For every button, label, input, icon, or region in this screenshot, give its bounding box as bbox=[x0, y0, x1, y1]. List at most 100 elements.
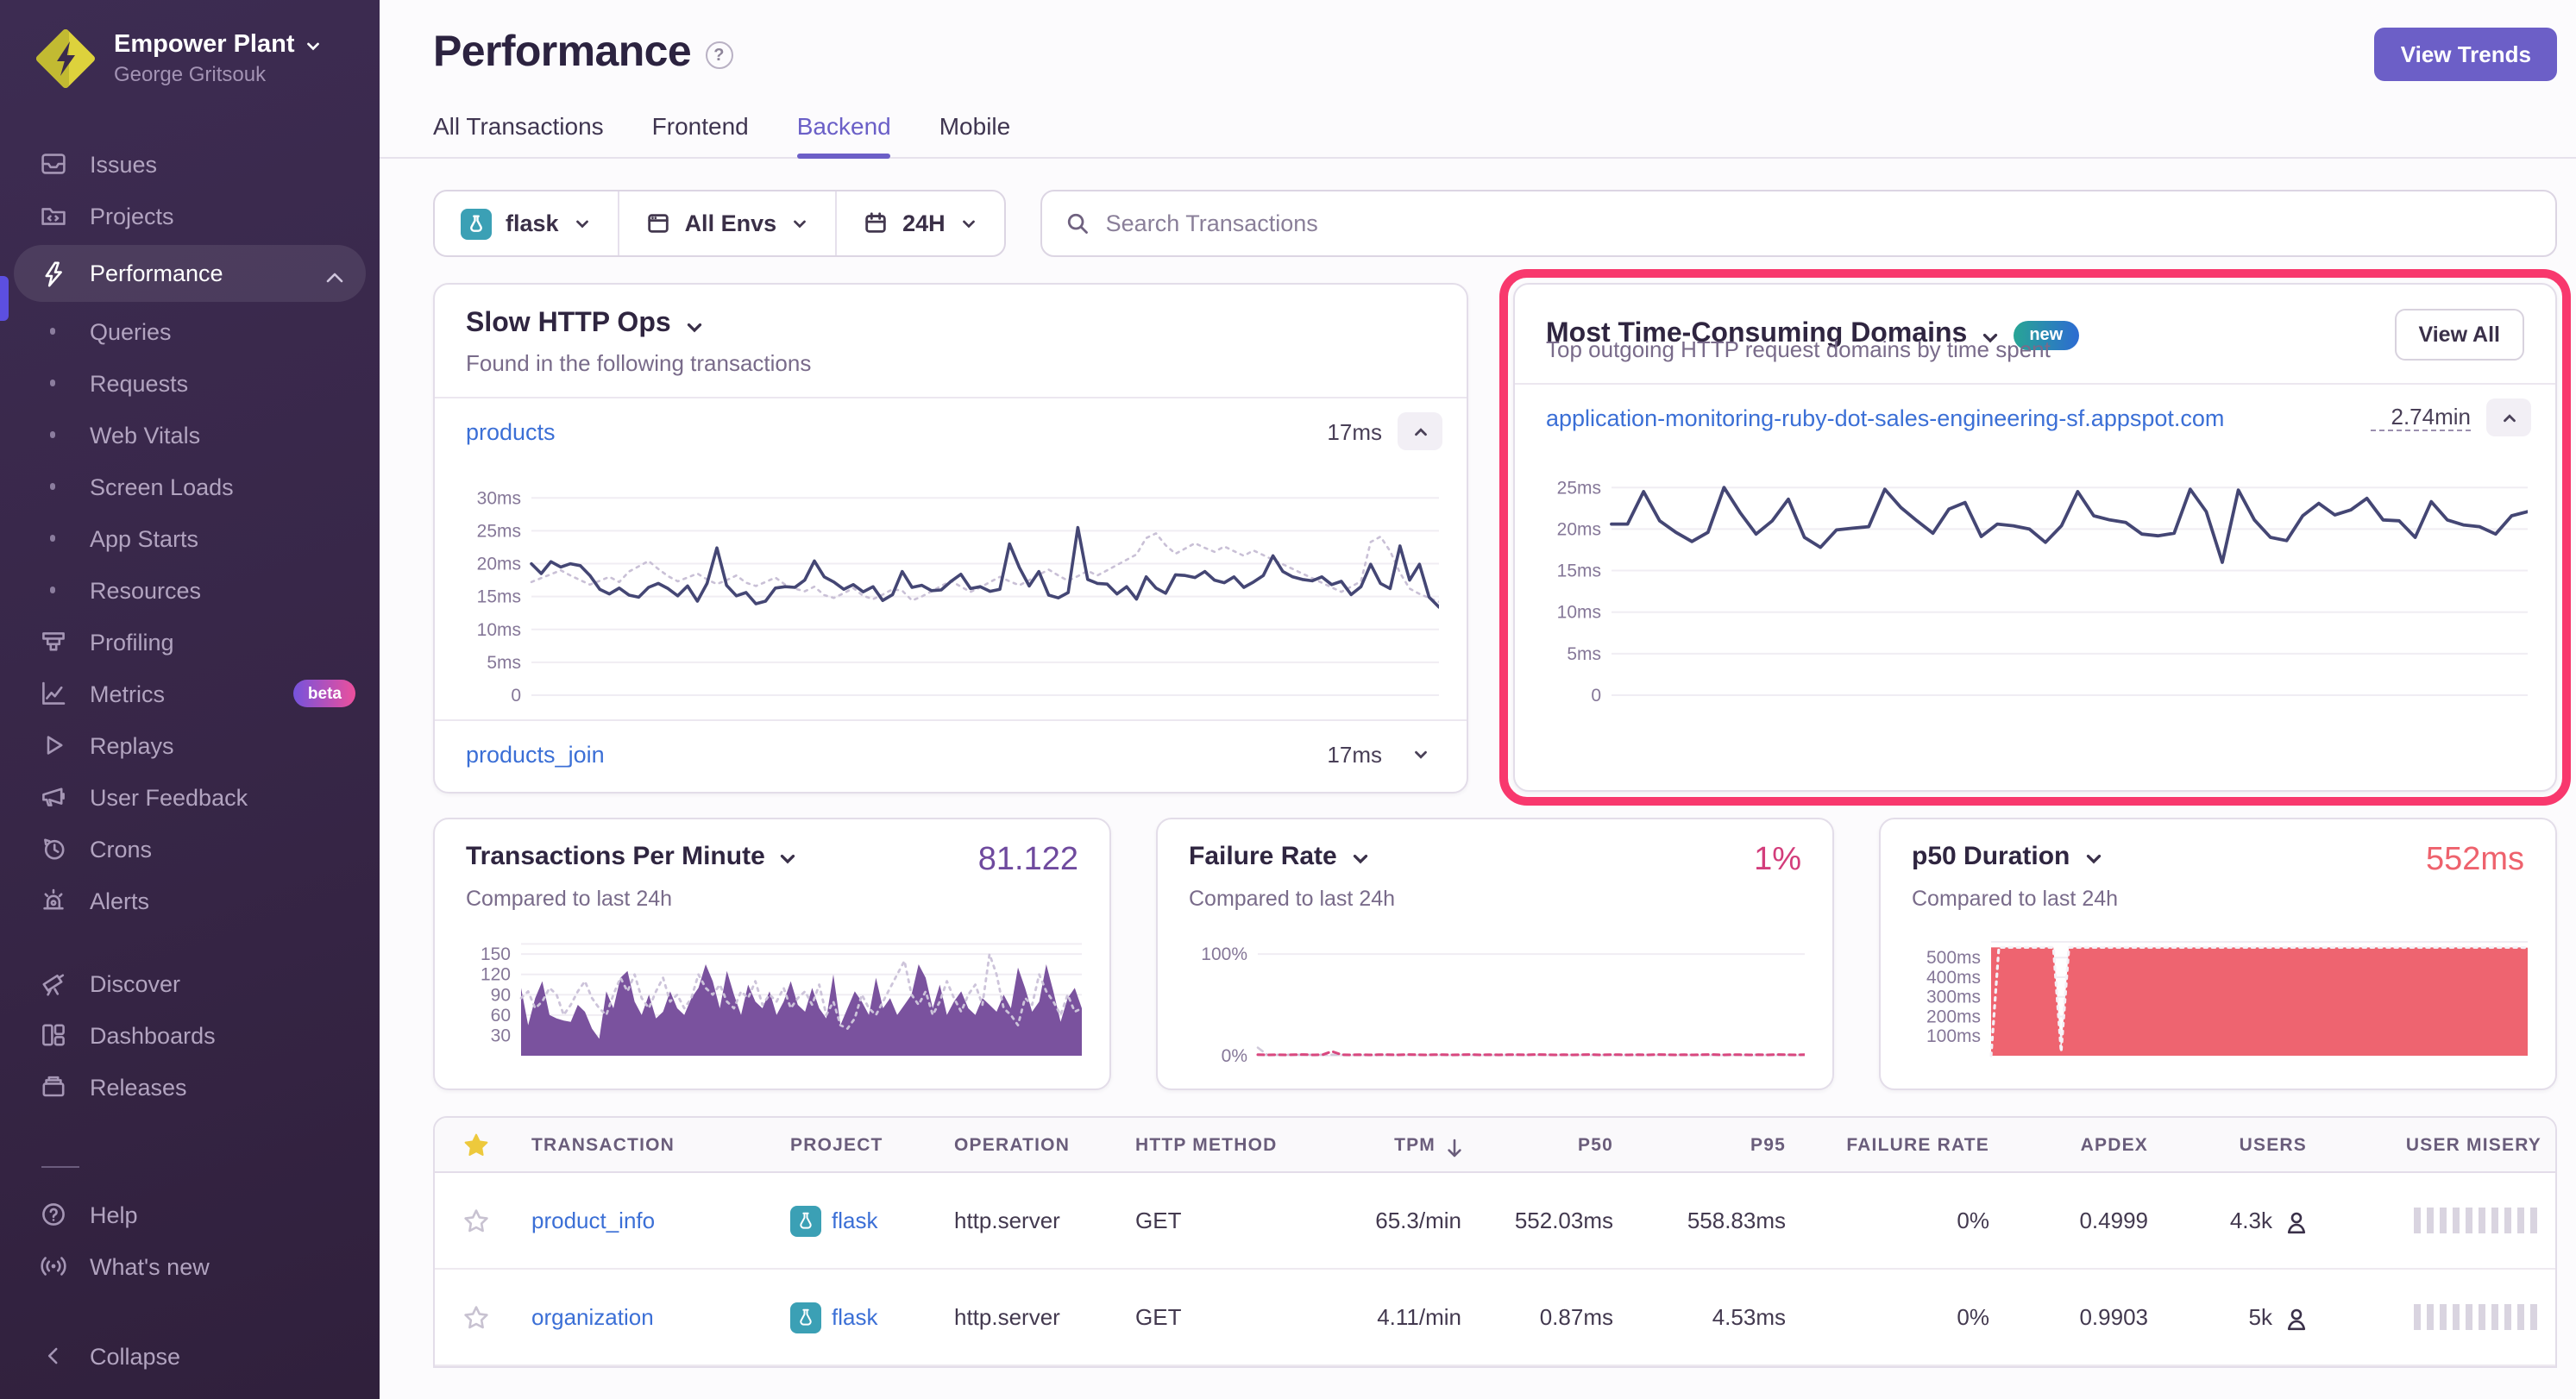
sidebar-item-replays[interactable]: Replays bbox=[0, 719, 380, 771]
chevron-down-icon[interactable] bbox=[777, 847, 800, 869]
sidebar-item-dashboards[interactable]: Dashboards bbox=[0, 1009, 380, 1061]
project-link[interactable]: flask bbox=[832, 1208, 877, 1233]
slow-http-ops-title[interactable]: Slow HTTP Ops bbox=[466, 309, 671, 340]
transaction-link-products[interactable]: products bbox=[466, 418, 556, 444]
tab-backend[interactable]: Backend bbox=[797, 112, 891, 157]
tpm-title[interactable]: Transactions Per Minute bbox=[466, 842, 765, 871]
svg-text:60: 60 bbox=[491, 1006, 511, 1026]
table-header-row: TransactionProjectOperationHTTP MethodTP… bbox=[435, 1118, 2555, 1173]
duration-value: 17ms bbox=[1306, 741, 1382, 767]
chevron-down-icon[interactable] bbox=[1349, 847, 1372, 869]
sidebar-item-what-s-new[interactable]: What's new bbox=[0, 1240, 380, 1292]
column-header-tpm[interactable]: TPM bbox=[1320, 1134, 1475, 1155]
search-transactions-box bbox=[1040, 190, 2557, 257]
sidebar-item-user-feedback[interactable]: User Feedback bbox=[0, 771, 380, 823]
help-icon bbox=[38, 1200, 67, 1229]
bullet-icon bbox=[38, 368, 67, 398]
issues-icon bbox=[38, 149, 67, 179]
time-spent-value[interactable]: 2.74min bbox=[2371, 404, 2472, 431]
column-header-users[interactable]: Users bbox=[2162, 1134, 2321, 1155]
help-icon[interactable]: ? bbox=[705, 41, 732, 69]
search-icon bbox=[1065, 210, 1090, 236]
svg-text:100ms: 100ms bbox=[1926, 1026, 1981, 1046]
org-switcher[interactable]: Empower Plant George Gritsouk bbox=[0, 24, 380, 114]
sidebar-item-label: Performance bbox=[90, 260, 223, 286]
view-trends-button[interactable]: View Trends bbox=[2375, 28, 2557, 81]
domain-link[interactable]: application-monitoring-ruby-dot-sales-en… bbox=[1546, 405, 2224, 430]
sidebar-item-queries[interactable]: Queries bbox=[0, 305, 380, 357]
transaction-link-products-join[interactable]: products_join bbox=[466, 741, 605, 767]
view-all-button[interactable]: View All bbox=[2395, 309, 2525, 361]
project-link[interactable]: flask bbox=[832, 1304, 877, 1330]
column-header-failure[interactable]: Failure Rate bbox=[1800, 1134, 2003, 1155]
star-toggle[interactable] bbox=[435, 1207, 518, 1234]
sidebar-item-releases[interactable]: Releases bbox=[0, 1061, 380, 1113]
sidebar-item-discover[interactable]: Discover bbox=[0, 957, 380, 1009]
sidebar-item-crons[interactable]: Crons bbox=[0, 823, 380, 875]
p50-duration-subtitle: Compared to last 24h bbox=[1912, 887, 2524, 911]
search-input[interactable] bbox=[1106, 210, 2533, 236]
transaction-link[interactable]: product_info bbox=[531, 1208, 655, 1233]
sidebar-item-label: Alerts bbox=[90, 888, 149, 913]
sidebar-item-web-vitals[interactable]: Web Vitals bbox=[0, 409, 380, 461]
column-header-star bbox=[435, 1131, 518, 1158]
column-header-apdex[interactable]: Apdex bbox=[2003, 1134, 2162, 1155]
sidebar-item-requests[interactable]: Requests bbox=[0, 357, 380, 409]
chevron-down-icon[interactable] bbox=[683, 315, 706, 337]
chevron-down-icon bbox=[304, 35, 323, 54]
star-icon bbox=[462, 1207, 490, 1234]
sidebar-item-label: Discover bbox=[90, 970, 180, 996]
failure-rate-chart: 100%0% bbox=[1189, 928, 1805, 1080]
column-header-misery[interactable]: User Misery bbox=[2321, 1134, 2555, 1155]
tab-frontend[interactable]: Frontend bbox=[652, 112, 749, 157]
collapse-toggle[interactable] bbox=[2486, 398, 2531, 436]
environment-filter[interactable]: All Envs bbox=[618, 191, 836, 255]
svg-text:5ms: 5ms bbox=[487, 653, 521, 673]
sidebar-item-issues[interactable]: Issues bbox=[0, 138, 380, 190]
sidebar-item-screen-loads[interactable]: Screen Loads bbox=[0, 461, 380, 512]
sidebar-item-profiling[interactable]: Profiling bbox=[0, 616, 380, 668]
sidebar-item-alerts[interactable]: Alerts bbox=[0, 875, 380, 926]
p50-duration-title[interactable]: p50 Duration bbox=[1912, 842, 2070, 871]
chevron-down-icon[interactable] bbox=[2082, 847, 2104, 869]
tab-all-transactions[interactable]: All Transactions bbox=[433, 112, 604, 157]
sidebar-item-help[interactable]: Help bbox=[0, 1189, 380, 1240]
sidebar-item-metrics[interactable]: Metricsbeta bbox=[0, 668, 380, 719]
sort-down-icon bbox=[1441, 1134, 1461, 1155]
tpm-card: Transactions Per Minute 81.122 Compared … bbox=[433, 818, 1111, 1090]
sidebar-item-resources[interactable]: Resources bbox=[0, 564, 380, 616]
chevron-down-icon bbox=[959, 214, 978, 233]
expand-toggle[interactable] bbox=[1398, 735, 1442, 773]
date-range-filter[interactable]: 24H bbox=[835, 191, 1004, 255]
failure-rate-title[interactable]: Failure Rate bbox=[1189, 842, 1337, 871]
svg-text:5ms: 5ms bbox=[1567, 644, 1601, 664]
transaction-link[interactable]: organization bbox=[531, 1304, 654, 1330]
svg-text:10ms: 10ms bbox=[477, 620, 521, 640]
tab-mobile[interactable]: Mobile bbox=[939, 112, 1011, 157]
column-header-operation[interactable]: Operation bbox=[940, 1134, 1122, 1155]
sidebar-bottom: Help What's new Collapse bbox=[0, 1145, 380, 1382]
sidebar-item-app-starts[interactable]: App Starts bbox=[0, 512, 380, 564]
column-header-method[interactable]: HTTP Method bbox=[1122, 1134, 1320, 1155]
sidebar-item-projects[interactable]: Projects bbox=[0, 190, 380, 242]
sidebar-item-performance[interactable]: Performance bbox=[14, 245, 366, 302]
apdex-cell: 0.9903 bbox=[2003, 1304, 2162, 1330]
slow-http-ops-card: Slow HTTP Ops Found in the following tra… bbox=[433, 283, 1468, 794]
column-header-project[interactable]: Project bbox=[776, 1134, 940, 1155]
dashboards-icon bbox=[38, 1020, 67, 1050]
collapse-toggle[interactable] bbox=[1398, 412, 1442, 450]
sidebar-item-collapse[interactable]: Collapse bbox=[0, 1330, 380, 1382]
sidebar-item-label: Issues bbox=[90, 151, 157, 177]
star-toggle[interactable] bbox=[435, 1303, 518, 1331]
table-row: product_infoflaskhttp.serverGET65.3/min5… bbox=[435, 1173, 2555, 1270]
method-cell: GET bbox=[1122, 1208, 1320, 1233]
column-header-p50[interactable]: P50 bbox=[1475, 1134, 1627, 1155]
project-filter[interactable]: flask bbox=[435, 191, 618, 255]
column-header-transaction[interactable]: Transaction bbox=[518, 1134, 776, 1155]
tpm-cell: 65.3/min bbox=[1320, 1208, 1475, 1233]
transaction-cell: organization bbox=[518, 1304, 776, 1330]
main-content: Performance ? View Trends All Transactio… bbox=[380, 0, 2576, 1399]
sidebar-item-label: Help bbox=[90, 1201, 138, 1227]
column-header-p95[interactable]: P95 bbox=[1627, 1134, 1800, 1155]
flask-project-icon bbox=[461, 208, 492, 239]
